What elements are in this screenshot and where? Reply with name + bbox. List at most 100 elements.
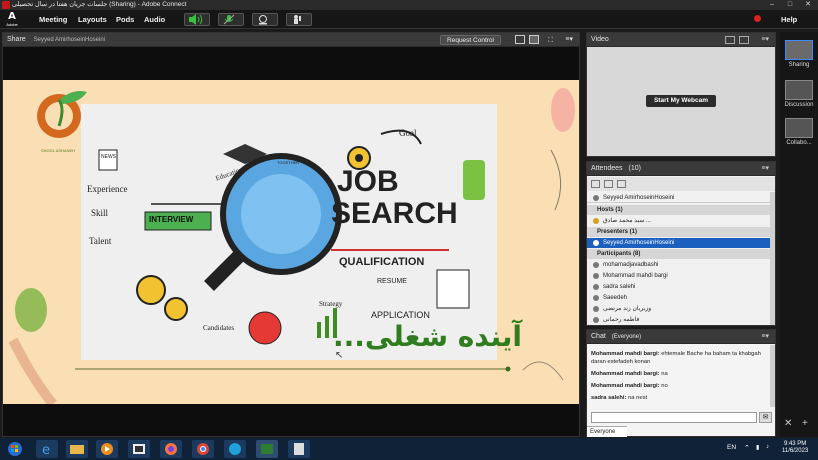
recording-indicator xyxy=(754,15,761,22)
chat-audience: (Everyone) xyxy=(611,334,642,340)
webcam-button[interactable] xyxy=(252,13,278,26)
help-menu[interactable]: Help xyxy=(781,10,797,29)
windows-taskbar: e EN ⌃ ▮ ♪ 9:43 PM 11/6/2023 xyxy=(0,438,818,460)
window-title: جلسات جریان هفتا در سال تحصیلی (Sharing)… xyxy=(12,1,187,8)
participant-row[interactable]: وزیریان زند مرتضی xyxy=(587,304,771,314)
host-row[interactable]: سید محمد صادق ... xyxy=(587,216,771,226)
participant-icon xyxy=(593,317,599,323)
word-application: APPLICATION xyxy=(371,310,430,320)
send-chat-button[interactable]: ✉ xyxy=(759,412,772,423)
participant-row[interactable]: Saeedeh xyxy=(587,293,771,303)
word-interview: INTERVIEW xyxy=(149,215,194,224)
slide-stage: SHOGL ASHANEH JOB SEARCH Goal QUALIFICAT… xyxy=(3,80,579,404)
word-talent: Talent xyxy=(89,236,112,246)
participant-row[interactable]: فاطمه رحمانی xyxy=(587,315,771,325)
edge-icon[interactable] xyxy=(224,440,246,458)
ie-icon[interactable]: e xyxy=(36,440,58,458)
clock[interactable]: 9:43 PM 11/6/2023 xyxy=(782,441,808,455)
document-app-icon[interactable] xyxy=(288,440,310,458)
fullscreen-icon[interactable]: ⛶ xyxy=(548,34,553,48)
video-pod-header: Video ≡▾ xyxy=(587,33,775,47)
hosts-group[interactable]: Hosts (1) xyxy=(587,205,771,215)
chat-tab-everyone[interactable]: Everyone xyxy=(587,426,627,437)
layout-thumbnail xyxy=(785,80,813,100)
firefox-browser-icon xyxy=(165,443,177,455)
start-icon[interactable] xyxy=(4,440,26,458)
video-app-icon[interactable] xyxy=(128,440,150,458)
chat-message: Mohammad mahdi bargi: no xyxy=(591,383,668,389)
speaker-button[interactable] xyxy=(184,13,210,26)
chat-messages: Mohammad mahdi bargi: ehtemale Bache ha … xyxy=(591,350,767,402)
webcam-icon xyxy=(259,15,267,25)
raise-hand-button[interactable] xyxy=(286,13,312,26)
network-icon[interactable]: ▮ xyxy=(756,444,759,451)
tray-up-icon[interactable]: ⌃ xyxy=(744,444,750,452)
microphone-button[interactable] xyxy=(218,13,244,26)
layout-sharing[interactable]: Sharing xyxy=(782,40,816,68)
headline-job: JOB xyxy=(337,165,399,198)
view-mode-1-icon[interactable] xyxy=(515,35,525,44)
word-together: TOGETHER xyxy=(277,160,300,165)
participant-icon xyxy=(593,306,599,312)
share-title: Share xyxy=(7,36,26,43)
presenters-group[interactable]: Presenters (1) xyxy=(587,227,771,237)
attendees-toolbar xyxy=(587,177,775,191)
presenter-row[interactable]: Seyyed AmirhoseinHoseini xyxy=(587,238,771,248)
language-indicator[interactable]: EN xyxy=(727,444,736,451)
word-strategy: Strategy xyxy=(319,300,343,308)
speaker-icon xyxy=(189,14,203,25)
list-view-icon[interactable] xyxy=(591,180,600,188)
pin-icon[interactable]: ✕ xyxy=(784,418,792,429)
menu-meeting[interactable]: Meeting xyxy=(39,10,67,29)
layout-collaboration[interactable]: Collabo... xyxy=(782,118,816,146)
adobe-connect-icon xyxy=(2,1,10,9)
chat-scrollbar[interactable] xyxy=(770,345,775,407)
presenter-icon xyxy=(593,240,599,246)
media-player-icon[interactable] xyxy=(96,440,118,458)
chat-message: Mohammad mahdi bargi: na xyxy=(591,371,668,377)
file-explorer-icon[interactable] xyxy=(66,440,88,458)
video-layout-icon[interactable] xyxy=(739,36,749,44)
participant-row[interactable]: mohamadjavadbashi xyxy=(587,260,771,270)
start-webcam-button[interactable]: Start My Webcam xyxy=(646,95,716,107)
menu-pods[interactable]: Pods xyxy=(116,10,134,29)
play-icon xyxy=(101,443,113,455)
logo-caption: SHOGL ASHANEH xyxy=(40,148,76,153)
attendees-header: Attendees (10) ≡▾ xyxy=(587,162,775,176)
chat-input[interactable] xyxy=(591,412,757,423)
windows-start-icon xyxy=(8,442,22,456)
share-pod-header: Share Seyyed AmirhoseinHoseini Request C… xyxy=(3,33,579,47)
attendees-menu-icon[interactable]: ≡▾ xyxy=(761,162,769,176)
participant-icon xyxy=(593,295,599,301)
video-menu-icon[interactable]: ≡▾ xyxy=(761,33,769,47)
chrome-icon[interactable] xyxy=(192,440,214,458)
chrome-browser-icon xyxy=(197,443,209,455)
menu-audio[interactable]: Audio xyxy=(144,10,165,29)
attendees-count: (10) xyxy=(628,165,641,172)
participants-group[interactable]: Participants (8) xyxy=(587,249,771,259)
participant-row[interactable]: sadra salehi xyxy=(587,282,771,292)
video-grid-icon[interactable] xyxy=(725,36,735,44)
menu-layouts[interactable]: Layouts xyxy=(78,10,107,29)
menu-bar: A Adobe Meeting Layouts Pods Audio xyxy=(0,10,818,29)
request-control-button[interactable]: Request Control xyxy=(440,35,501,45)
firefox-icon[interactable] xyxy=(160,440,182,458)
attendees-scrollbar[interactable] xyxy=(770,192,775,325)
chat-menu-icon[interactable]: ≡▾ xyxy=(761,330,769,344)
participant-icon xyxy=(593,284,599,290)
minimize-button[interactable]: – xyxy=(764,0,780,10)
grid-view-icon[interactable] xyxy=(604,180,613,188)
participant-row[interactable]: Mohammad mahdi bargi xyxy=(587,271,771,281)
volume-icon[interactable]: ♪ xyxy=(766,444,769,450)
close-window-button[interactable]: ✕ xyxy=(800,0,816,10)
adobe-connect-task-icon[interactable] xyxy=(256,440,278,458)
maximize-button[interactable]: □ xyxy=(782,0,798,10)
layout-discussion[interactable]: Discussion xyxy=(782,80,816,108)
add-layout-icon[interactable]: + xyxy=(802,418,808,429)
status-view-icon[interactable] xyxy=(617,180,626,188)
pod-menu-icon[interactable]: ≡▾ xyxy=(565,33,573,47)
view-mode-2-icon[interactable] xyxy=(529,35,539,44)
chat-pod: Chat (Everyone) ≡▾ Mohammad mahdi bargi:… xyxy=(586,329,776,437)
microphone-icon xyxy=(223,14,235,25)
window-title-bar: جلسات جریان هفتا در سال تحصیلی (Sharing)… xyxy=(0,0,818,10)
